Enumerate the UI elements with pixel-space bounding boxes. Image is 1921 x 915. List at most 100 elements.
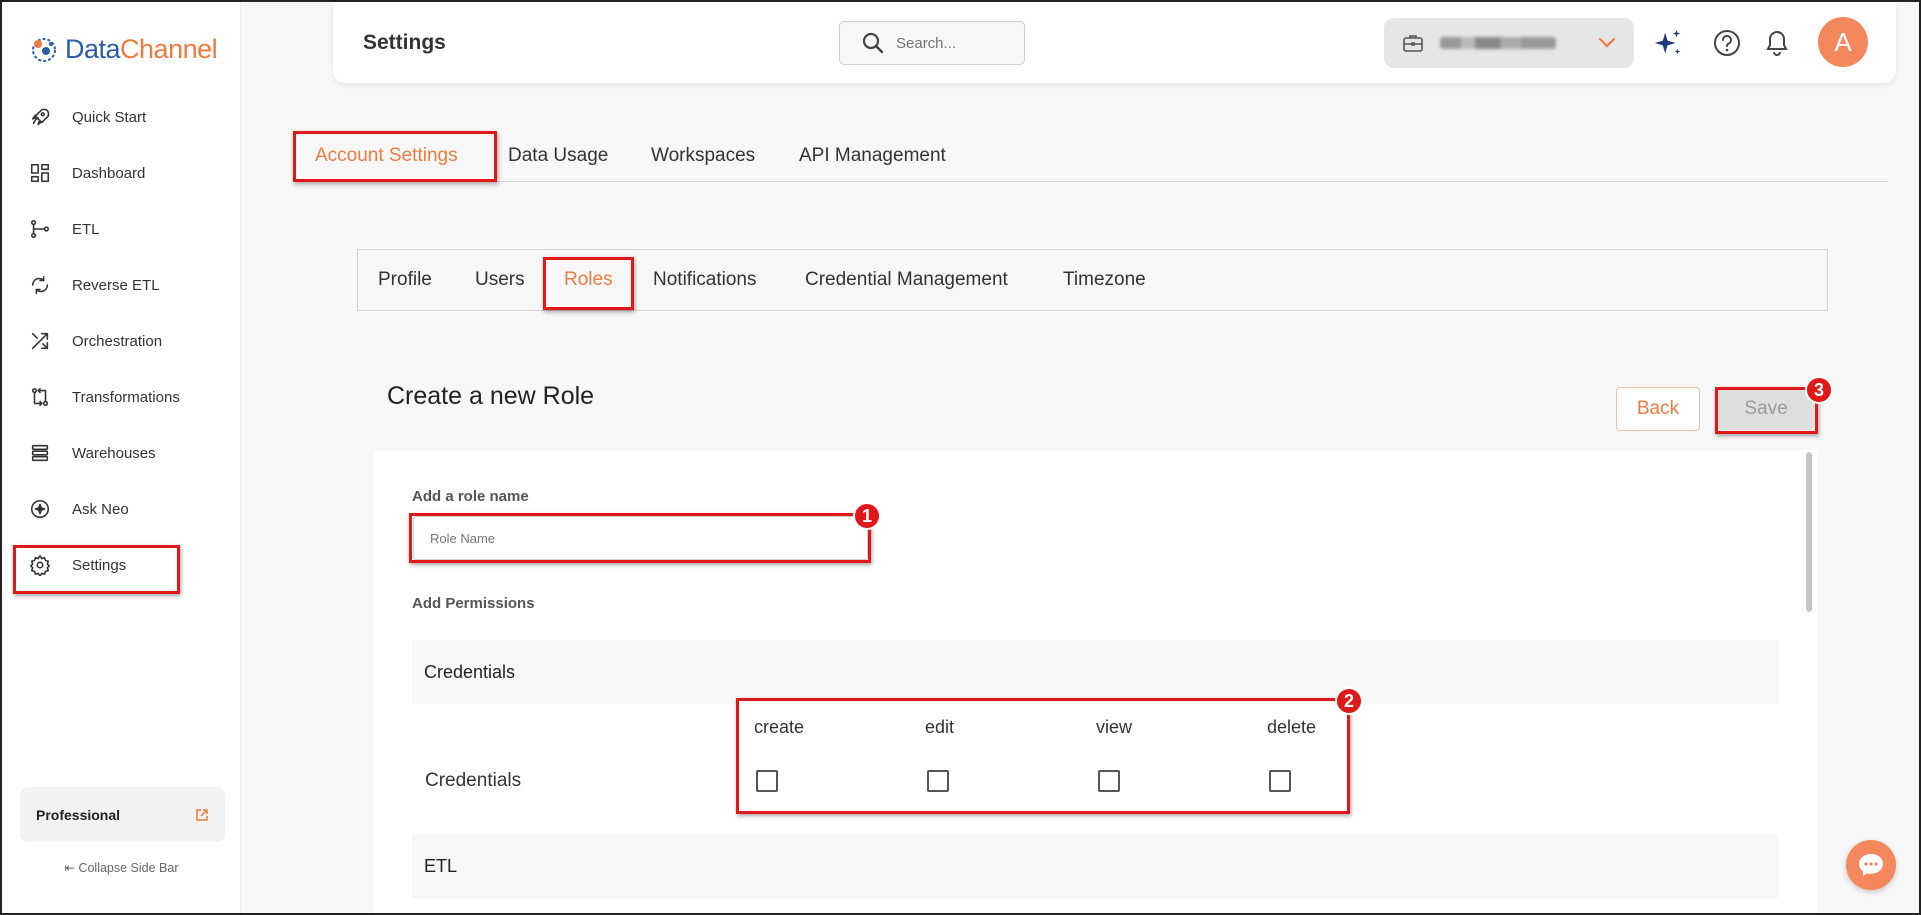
- badge-number: 3: [1813, 379, 1824, 400]
- sidebar-item-label: Reverse ETL: [72, 276, 160, 294]
- badge-number: 2: [1343, 690, 1354, 711]
- search-icon: [862, 32, 884, 54]
- logo-text: DataChannel: [65, 34, 218, 65]
- collapse-label: Collapse Side Bar: [78, 861, 179, 875]
- view-checkbox[interactable]: [1098, 770, 1120, 792]
- subtab-label: Notifications: [653, 269, 757, 290]
- page-title: Settings: [363, 31, 446, 54]
- sidebar-item-settings[interactable]: Settings: [28, 545, 228, 585]
- back-button[interactable]: Back: [1616, 387, 1700, 431]
- external-link-icon[interactable]: [195, 808, 209, 822]
- permission-header-delete: delete: [1267, 717, 1317, 737]
- sidebar-item-label: ETL: [72, 220, 100, 238]
- sidebar-item-label: Warehouses: [72, 444, 156, 462]
- annotation-badge: 2: [1335, 687, 1363, 715]
- subtab-label: Users: [475, 269, 525, 290]
- sidebar-item-label: Settings: [72, 556, 127, 574]
- tab-label: Account Settings: [315, 144, 458, 166]
- scrollbar-thumb[interactable]: [1806, 452, 1812, 612]
- form-heading: Create a new Role: [387, 382, 595, 410]
- tab-label: API Management: [799, 144, 946, 166]
- sidebar-item-ask-neo[interactable]: Ask Neo: [28, 489, 228, 529]
- subtab-label: Timezone: [1063, 269, 1146, 290]
- group-title: Credentials: [424, 661, 516, 682]
- role-name-label: Add a role name: [412, 488, 529, 505]
- sidebar-item-label: Ask Neo: [72, 500, 129, 518]
- subtab-timezone[interactable]: Timezone: [1063, 250, 1146, 310]
- sidebar-item-transformations[interactable]: Transformations: [28, 377, 228, 417]
- gear-icon: [28, 553, 52, 577]
- sidebar: DataChannel Quick Start Dashboard ETL Re…: [2, 2, 241, 913]
- avatar-letter: A: [1834, 26, 1852, 57]
- subtab-profile[interactable]: Profile: [378, 250, 432, 310]
- annotation-badge: 3: [1805, 376, 1833, 404]
- notifications-button[interactable]: [1761, 27, 1793, 59]
- search-input[interactable]: [896, 34, 1006, 52]
- subtab-users[interactable]: Users: [475, 250, 525, 310]
- role-name-input[interactable]: [413, 516, 868, 560]
- permission-header-create: create: [754, 717, 805, 737]
- sidebar-item-dashboard[interactable]: Dashboard: [28, 153, 228, 193]
- create-checkbox[interactable]: [756, 770, 778, 792]
- permissions-label: Add Permissions: [412, 595, 535, 612]
- avatar[interactable]: A: [1818, 17, 1868, 67]
- collapse-arrow-icon: ⇤: [64, 861, 79, 875]
- subtab-label: Profile: [378, 269, 432, 290]
- annotation-badge: 1: [853, 502, 881, 530]
- logo: DataChannel: [29, 34, 218, 65]
- help-button[interactable]: [1711, 27, 1743, 59]
- help-icon: [1714, 30, 1740, 56]
- search-box[interactable]: [839, 21, 1025, 65]
- tab-label: Data Usage: [508, 144, 609, 166]
- permission-header-edit: edit: [925, 717, 955, 737]
- workspace-name-redacted: [1440, 37, 1556, 49]
- rocket-icon: [28, 105, 52, 129]
- orchestration-icon: [28, 329, 52, 353]
- collapse-sidebar-button[interactable]: ⇤ Collapse Side Bar: [2, 860, 241, 875]
- delete-checkbox[interactable]: [1269, 770, 1291, 792]
- sidebar-item-label: Orchestration: [72, 332, 163, 350]
- subtab-credential-management[interactable]: Credential Management: [805, 250, 1008, 310]
- tab-data-usage[interactable]: Data Usage: [508, 130, 608, 181]
- grid-icon: [28, 161, 52, 185]
- subtab-label: Credential Management: [805, 269, 1008, 290]
- permission-row: [412, 704, 1778, 824]
- ai-sparkle-button[interactable]: [1652, 27, 1684, 59]
- save-button[interactable]: Save: [1718, 388, 1814, 430]
- permission-header-view: view: [1096, 717, 1133, 737]
- subtab-label: Roles: [564, 269, 613, 290]
- sidebar-item-orchestration[interactable]: Orchestration: [28, 321, 228, 361]
- logo-mark-icon: [32, 37, 56, 62]
- reverse-etl-icon: [28, 273, 52, 297]
- tab-workspaces[interactable]: Workspaces: [651, 130, 755, 181]
- logo-text-data: Data: [65, 34, 121, 64]
- plan-label: Professional: [36, 806, 121, 823]
- tab-account-settings[interactable]: Account Settings: [315, 130, 458, 181]
- sidebar-item-warehouses[interactable]: Warehouses: [28, 433, 228, 473]
- logo-text-channel: Channel: [120, 34, 218, 64]
- sidebar-item-quick-start[interactable]: Quick Start: [28, 97, 228, 137]
- subtab-notifications[interactable]: Notifications: [653, 250, 757, 310]
- sidebar-item-etl[interactable]: ETL: [28, 209, 228, 249]
- briefcase-icon: [1403, 35, 1423, 52]
- subtab-roles[interactable]: Roles: [564, 250, 613, 310]
- topbar: Settings A: [333, 2, 1896, 83]
- sidebar-item-reverse-etl[interactable]: Reverse ETL: [28, 265, 228, 305]
- workspace-select[interactable]: [1384, 18, 1634, 68]
- permission-group-header: Credentials: [412, 640, 1778, 704]
- tab-api-management[interactable]: API Management: [799, 130, 946, 181]
- edit-checkbox[interactable]: [927, 770, 949, 792]
- badge-number: 1: [861, 505, 872, 526]
- chat-button[interactable]: [1846, 840, 1896, 890]
- permission-group-header: ETL: [412, 834, 1778, 898]
- permission-row-label: Credentials: [425, 770, 522, 791]
- bell-icon: [1766, 30, 1788, 56]
- sparkles-icon: [1654, 29, 1681, 55]
- stack-icon: [28, 441, 52, 465]
- plan-card[interactable]: Professional: [20, 787, 225, 842]
- chevron-down-icon: [1598, 37, 1616, 48]
- account-subtabs: Profile Users Roles Notifications Creden…: [357, 249, 1828, 311]
- settings-tabs: Account Settings Data Usage Workspaces A…: [293, 130, 1888, 182]
- transform-icon: [28, 385, 52, 409]
- sparkle-icon: [28, 497, 52, 521]
